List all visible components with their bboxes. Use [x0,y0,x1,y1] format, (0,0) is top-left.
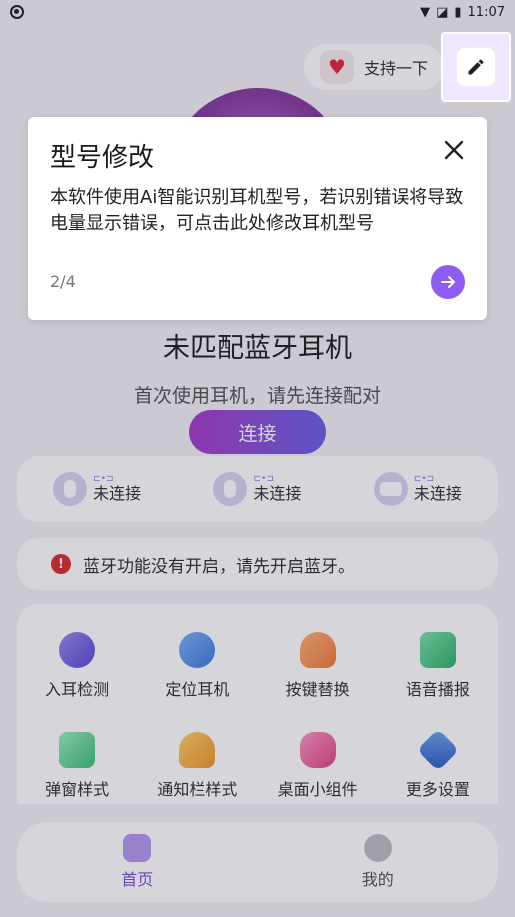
guide-dialog: 型号修改 本软件使用Ai智能识别耳机型号，若识别错误将导致电量显示错误，可点击此… [28,117,487,320]
dialog-step-indicator: 2/4 [50,272,76,291]
close-icon [444,140,464,160]
arrow-right-icon [441,276,455,288]
edit-model-button[interactable] [457,48,495,86]
dialog-title: 型号修改 [50,143,155,173]
close-button[interactable] [441,137,467,163]
next-button[interactable] [431,265,465,299]
edit-model-highlight [441,32,511,102]
dialog-body: 本软件使用Ai智能识别耳机型号，若识别错误将导致电量显示错误，可点击此处修改耳机… [50,187,464,234]
pencil-icon [468,59,484,75]
